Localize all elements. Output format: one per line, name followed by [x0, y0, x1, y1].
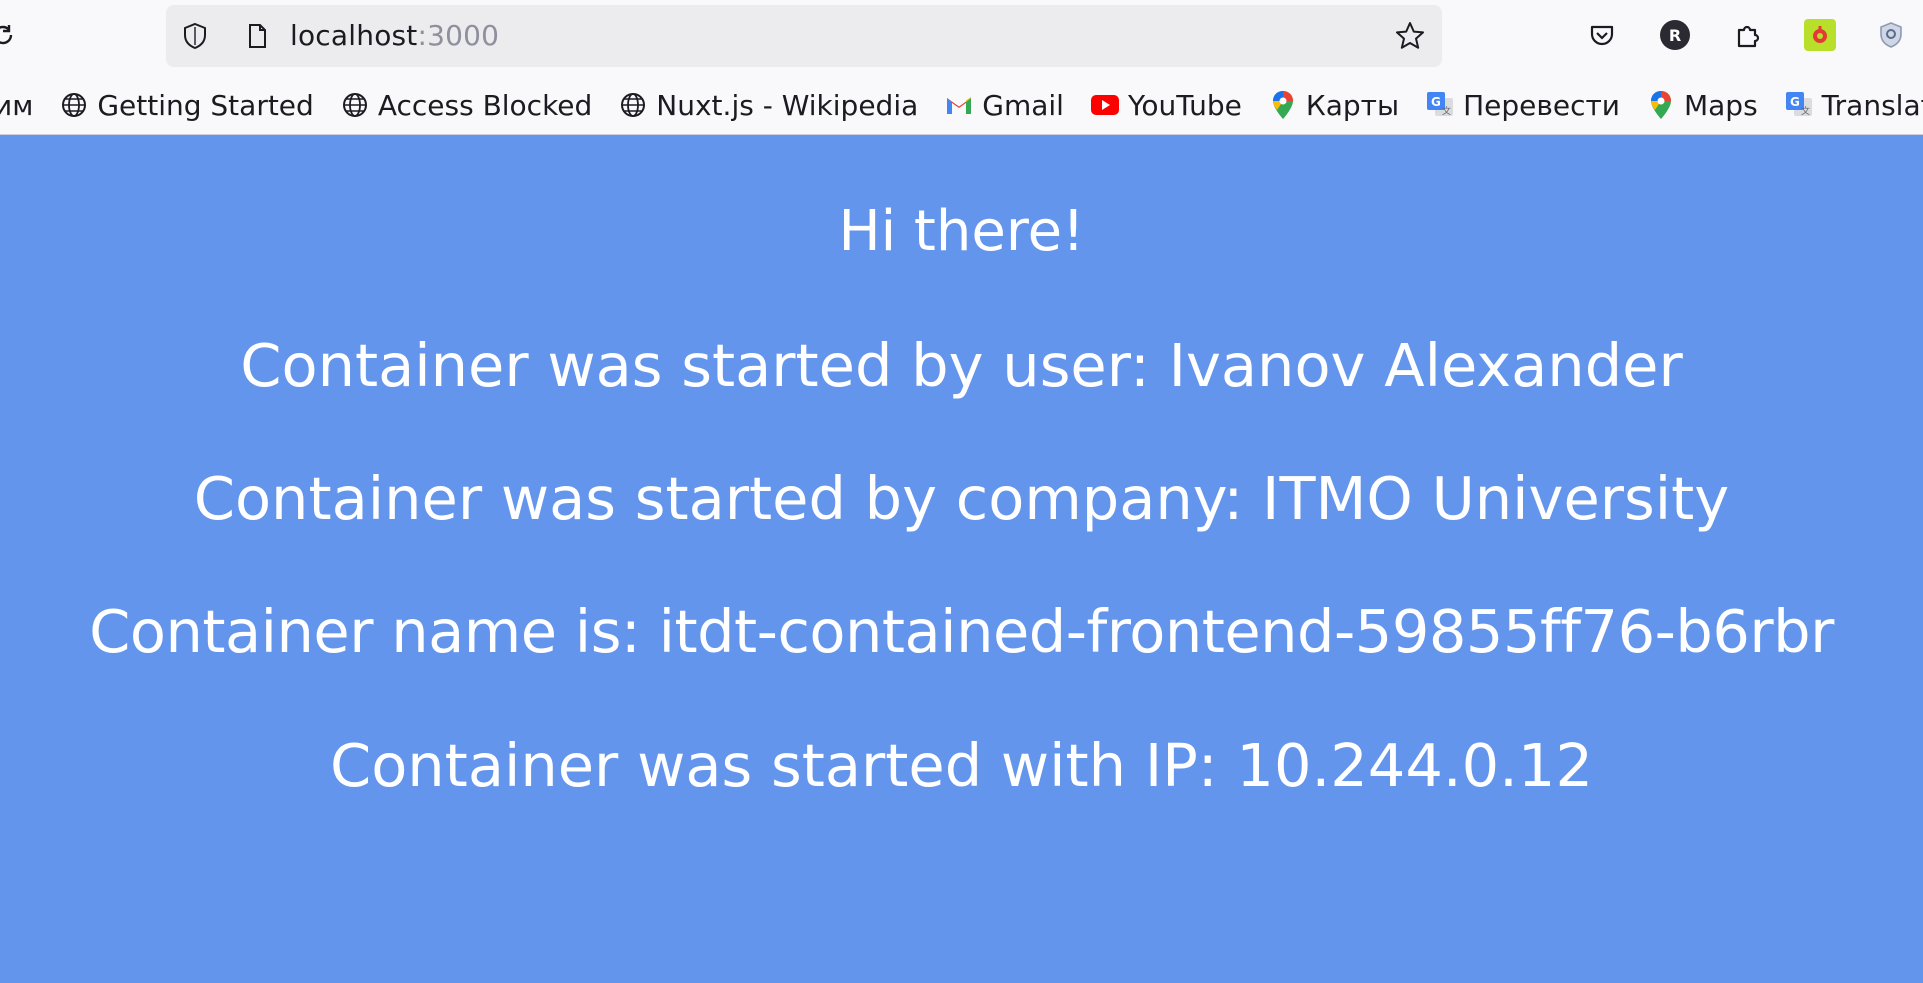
extension-hand-icon[interactable]: [1803, 18, 1837, 52]
greeting-heading: Hi there!: [838, 199, 1085, 264]
translate-icon: G文: [1784, 90, 1814, 120]
reload-icon[interactable]: [0, 20, 18, 50]
extension-shield-icon[interactable]: [1874, 18, 1908, 52]
started-by-user-text: Container was started by user: Ivanov Al…: [240, 331, 1683, 400]
bookmark-label: Карты: [1305, 88, 1400, 122]
bookmark-label: YouTube: [1127, 88, 1242, 122]
extension-badge: [1804, 19, 1836, 51]
container-ip-text: Container was started with IP: 10.244.0.…: [330, 731, 1593, 800]
bookmark-youtube[interactable]: YouTube: [1090, 85, 1242, 125]
svg-text:G: G: [1431, 95, 1441, 109]
globe-icon: [618, 90, 648, 120]
url-host: localhost: [290, 19, 418, 52]
page-icon: [242, 21, 272, 51]
bookmark-label: Перевести: [1463, 88, 1620, 122]
bookmark-item[interactable]: им: [0, 85, 33, 125]
globe-icon: [340, 90, 370, 120]
youtube-icon: [1090, 90, 1120, 120]
url-port: :3000: [417, 19, 500, 52]
bookmark-translate[interactable]: G文 Translate: [1784, 85, 1923, 125]
bookmark-maps[interactable]: Maps: [1646, 85, 1758, 125]
url-text[interactable]: localhost:3000: [290, 19, 499, 52]
bookmark-label: Maps: [1683, 88, 1758, 122]
bookmark-label: им: [0, 88, 34, 122]
started-by-company-text: Container was started by company: ITMO U…: [193, 464, 1730, 533]
bookmark-label: Access Blocked: [377, 88, 593, 122]
extensions-puzzle-icon[interactable]: [1731, 18, 1765, 52]
gmail-icon: [944, 90, 974, 120]
shield-icon[interactable]: [180, 21, 210, 51]
bookmark-getting-started[interactable]: Getting Started: [59, 85, 314, 125]
svg-text:G: G: [1790, 95, 1800, 109]
bookmarks-bar: им Getting Started Access Blocked Nuxt.j…: [0, 80, 1923, 130]
bookmark-label: Nuxt.js - Wikipedia: [656, 88, 919, 122]
address-bar[interactable]: localhost:3000: [166, 5, 1442, 67]
bookmark-label: Getting Started: [97, 88, 314, 122]
bookmark-nuxt-wikipedia[interactable]: Nuxt.js - Wikipedia: [618, 85, 918, 125]
bookmark-perevesti[interactable]: G文 Перевести: [1425, 85, 1620, 125]
bookmark-access-blocked[interactable]: Access Blocked: [340, 85, 592, 125]
bookmark-karty[interactable]: Карты: [1268, 85, 1399, 125]
profile-avatar[interactable]: R: [1658, 18, 1692, 52]
bookmark-gmail[interactable]: Gmail: [944, 85, 1064, 125]
container-name-text: Container name is: itdt-contained-fronte…: [89, 597, 1834, 666]
pocket-icon[interactable]: [1585, 18, 1619, 52]
svg-text:文: 文: [1801, 105, 1810, 117]
globe-icon: [59, 90, 89, 120]
translate-icon: G文: [1425, 90, 1455, 120]
page-content: Hi there! Container was started by user:…: [0, 134, 1923, 983]
browser-toolbar: localhost:3000 R: [0, 0, 1923, 70]
bookmark-star-icon[interactable]: [1394, 20, 1426, 52]
bookmark-label: Translate: [1821, 88, 1923, 122]
maps-pin-icon: [1268, 90, 1298, 120]
avatar: R: [1660, 20, 1690, 50]
bookmark-label: Gmail: [982, 88, 1064, 122]
maps-pin-icon: [1646, 90, 1676, 120]
svg-text:文: 文: [1442, 105, 1451, 117]
